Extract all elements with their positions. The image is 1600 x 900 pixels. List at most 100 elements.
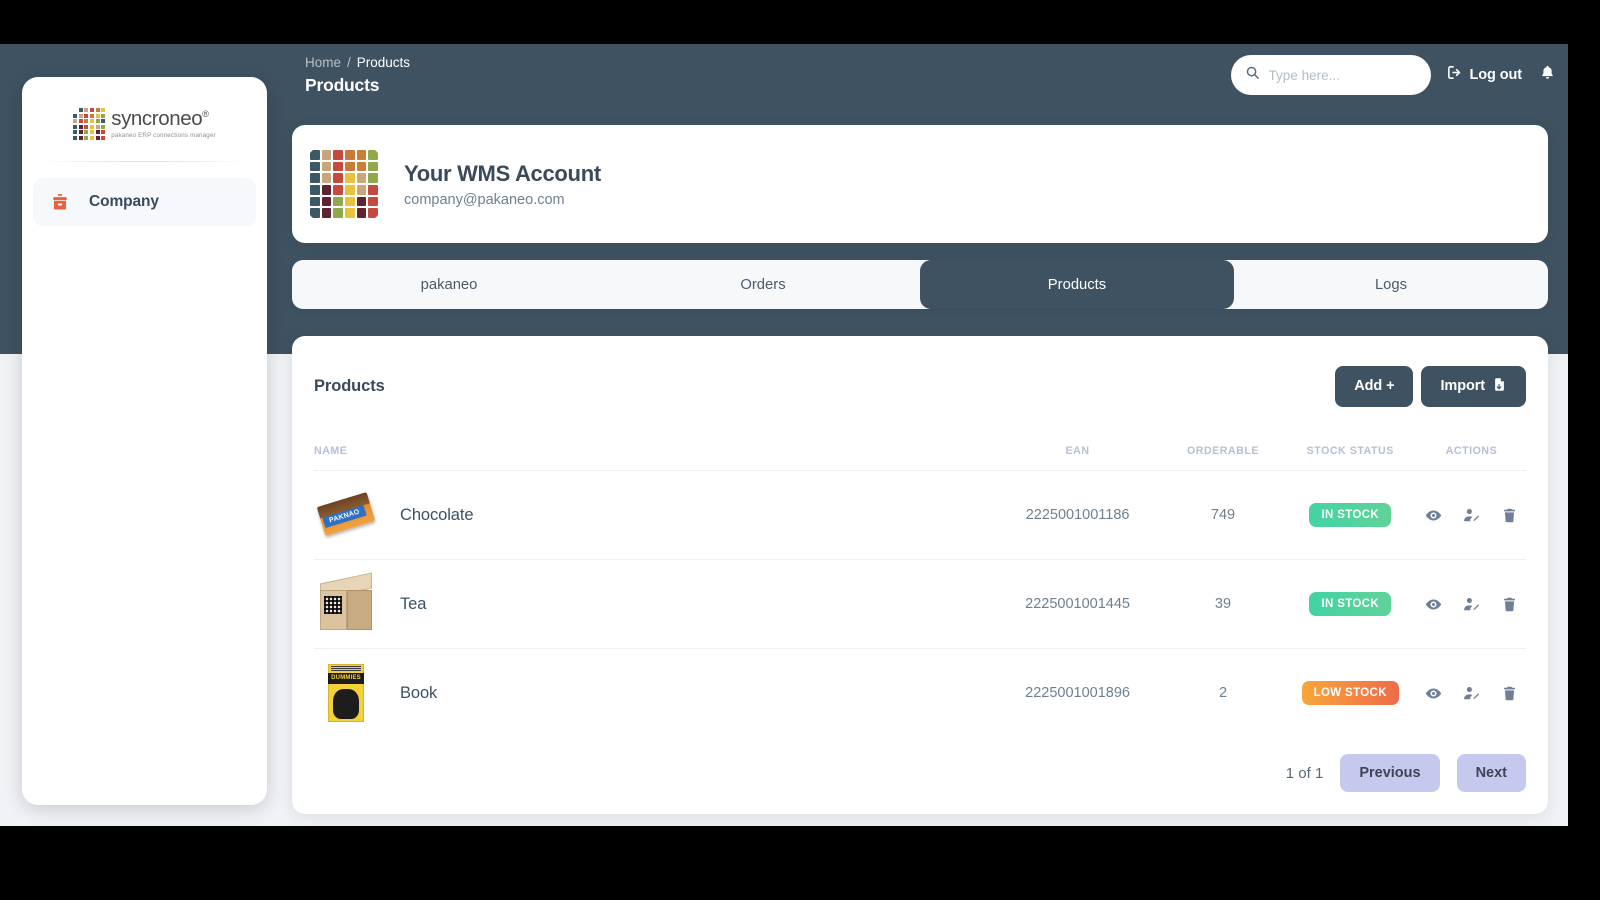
product-orderable: 2 — [1218, 685, 1228, 701]
panel-title: Products — [314, 376, 385, 395]
account-name: Your WMS Account — [404, 160, 601, 186]
assign-user-icon[interactable] — [1463, 685, 1480, 702]
logo-grid-icon — [73, 108, 106, 140]
product-ean: 2225001001896 — [1025, 685, 1130, 701]
tab-orders[interactable]: Orders — [606, 260, 920, 309]
cell-ean: 2225001001896 — [993, 649, 1163, 738]
top-bar-right: Log out — [1230, 55, 1556, 95]
product-orderable: 39 — [1214, 596, 1232, 612]
products-panel: Products Add + Import NAME EAN ORDERABLE… — [292, 336, 1548, 814]
delete-icon[interactable] — [1501, 685, 1518, 702]
delete-icon[interactable] — [1501, 596, 1518, 613]
logo-registered-mark: ® — [202, 109, 209, 119]
column-header-stock-status: STOCK STATUS — [1306, 445, 1394, 457]
panel-actions: Add + Import — [1335, 365, 1526, 407]
cell-stock-status: LOW STOCK — [1284, 649, 1417, 738]
cell-ean: 2225001001186 — [993, 471, 1163, 560]
file-import-icon — [1492, 377, 1507, 396]
product-ean: 2225001001445 — [1025, 596, 1130, 612]
cell-stock-status: IN STOCK — [1284, 560, 1417, 649]
main-column: Home / Products Products Type here... Lo… — [292, 44, 1568, 826]
pagination: 1 of 1 Previous Next — [314, 737, 1526, 814]
app-viewport: syncroneo® pakaneo ERP connections manag… — [0, 44, 1568, 826]
logout-icon — [1446, 64, 1463, 86]
cell-actions — [1417, 471, 1526, 560]
previous-page-button[interactable]: Previous — [1340, 754, 1440, 792]
next-page-button[interactable]: Next — [1456, 754, 1526, 792]
bell-icon — [1539, 64, 1556, 86]
app-logo: syncroneo® pakaneo ERP connections manag… — [22, 77, 267, 140]
table-row[interactable]: Tea 2225001001445 39 IN STOCK — [314, 559, 1526, 649]
status-badge: IN STOCK — [1309, 503, 1392, 527]
cell-actions — [1417, 560, 1526, 649]
cell-name: PAKNAO Chocolate — [314, 471, 993, 560]
search-box[interactable] — [1230, 55, 1431, 95]
cell-name: Tea — [314, 560, 993, 649]
tab-bar: pakaneo Orders Products Logs — [292, 260, 1548, 309]
column-header-actions: ACTIONS — [1445, 445, 1498, 457]
color-grid-avatar — [307, 147, 381, 221]
status-badge: IN STOCK — [1309, 592, 1392, 616]
cell-orderable: 749 — [1162, 471, 1283, 560]
column-header-ean: EAN — [1065, 445, 1090, 457]
add-button-label: Add + — [1354, 378, 1395, 394]
sidebar-item-company[interactable]: Company — [33, 177, 256, 226]
search-input[interactable] — [1268, 67, 1409, 83]
briefcase-icon — [47, 189, 73, 215]
assign-user-icon[interactable] — [1463, 507, 1480, 524]
table-body: PAKNAO Chocolate 2225001001186 749 IN STOCK T… — [314, 470, 1526, 738]
column-header-orderable: ORDERABLE — [1186, 445, 1260, 457]
product-name: Tea — [400, 594, 427, 613]
add-product-button[interactable]: Add + — [1335, 365, 1414, 407]
panel-header: Products Add + Import — [314, 363, 1526, 409]
cell-orderable: 2 — [1162, 649, 1283, 738]
search-icon — [1245, 65, 1260, 85]
table-row[interactable]: DUMMIES Book 2225001001896 2 LOW STOCK — [314, 648, 1526, 738]
account-meta: Your WMS Account company@pakaneo.com — [404, 161, 601, 208]
breadcrumb-home[interactable]: Home — [305, 55, 341, 70]
breadcrumb-separator: / — [347, 55, 351, 70]
product-orderable: 749 — [1210, 507, 1236, 523]
cell-orderable: 39 — [1162, 560, 1283, 649]
tab-pakaneo[interactable]: pakaneo — [292, 260, 606, 309]
status-badge: LOW STOCK — [1301, 681, 1399, 705]
notifications-button[interactable] — [1539, 64, 1556, 86]
table-header: NAME EAN ORDERABLE STOCK STATUS ACTIONS — [314, 445, 1526, 471]
view-icon[interactable] — [1425, 507, 1442, 524]
assign-user-icon[interactable] — [1463, 596, 1480, 613]
page-indicator: 1 of 1 — [1285, 764, 1324, 782]
delete-icon[interactable] — [1501, 507, 1518, 524]
cell-actions — [1417, 649, 1526, 738]
tab-products[interactable]: Products — [920, 260, 1234, 309]
table-row[interactable]: PAKNAO Chocolate 2225001001186 749 IN STOCK — [314, 470, 1526, 560]
product-ean: 2225001001186 — [1025, 507, 1130, 523]
view-icon[interactable] — [1425, 685, 1442, 702]
logo-tagline: pakaneo ERP connections manager — [111, 131, 216, 139]
logo-wordmark: syncroneo® — [111, 106, 209, 130]
import-button-label: Import — [1440, 378, 1485, 394]
product-thumbnail: PAKNAO — [314, 483, 378, 547]
view-icon[interactable] — [1425, 596, 1442, 613]
page-title: Products — [305, 75, 380, 95]
logout-label: Log out — [1469, 67, 1523, 83]
product-name: Book — [400, 683, 438, 702]
cell-stock-status: IN STOCK — [1284, 471, 1417, 560]
import-products-button[interactable]: Import — [1421, 365, 1526, 407]
breadcrumb: Home / Products — [305, 55, 410, 70]
products-table: NAME EAN ORDERABLE STOCK STATUS ACTIONS … — [314, 445, 1526, 737]
sidebar: syncroneo® pakaneo ERP connections manag… — [22, 77, 267, 805]
account-card: Your WMS Account company@pakaneo.com — [292, 125, 1548, 243]
account-email: company@pakaneo.com — [404, 191, 565, 208]
breadcrumb-current: Products — [356, 55, 411, 70]
cell-name: DUMMIES Book — [314, 649, 993, 738]
sidebar-nav: Company — [22, 162, 267, 226]
product-name: Chocolate — [400, 505, 474, 524]
product-thumbnail: DUMMIES — [314, 661, 378, 725]
cell-ean: 2225001001445 — [993, 560, 1163, 649]
sidebar-item-company-label: Company — [89, 192, 159, 210]
logout-button[interactable]: Log out — [1446, 64, 1522, 86]
table-header-row: NAME EAN ORDERABLE STOCK STATUS ACTIONS — [314, 445, 1526, 471]
top-bar: Home / Products Products Type here... Lo… — [292, 44, 1568, 116]
column-header-name: NAME — [314, 445, 348, 457]
tab-logs[interactable]: Logs — [1234, 260, 1548, 309]
